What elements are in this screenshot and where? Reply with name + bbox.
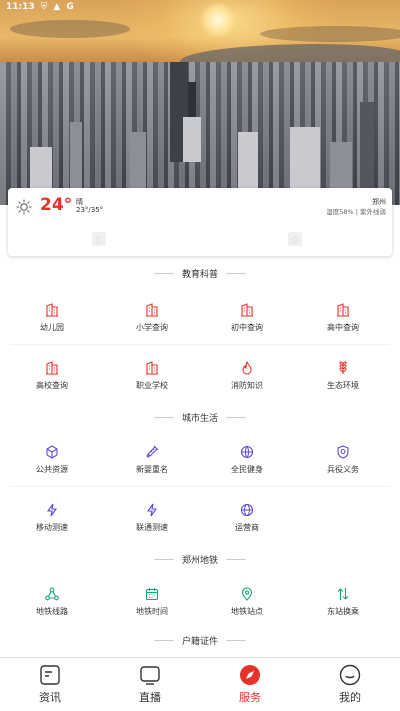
status-time: 11:13 xyxy=(6,2,35,12)
service-metro-stations[interactable]: 地铁站点 xyxy=(199,571,295,629)
service-junior-high[interactable]: 初中查询 xyxy=(199,287,295,345)
service-metro-time[interactable]: 地铁时间 xyxy=(104,571,200,629)
forecast-placeholder-icon: ◌ xyxy=(92,232,106,246)
hero-city-photo xyxy=(0,0,400,205)
profile-icon xyxy=(339,664,361,686)
flame-icon xyxy=(240,361,254,375)
badge-icon xyxy=(336,445,350,459)
bolt-icon xyxy=(145,503,159,517)
service-carrier[interactable]: 运营商 xyxy=(199,487,295,545)
service-unicom-speedtest[interactable]: 联通测速 xyxy=(104,487,200,545)
building-icon xyxy=(145,303,159,317)
status-bar: 11:13 ⛨ ▲ G xyxy=(0,0,400,14)
transfer-icon xyxy=(336,587,350,601)
globe-icon xyxy=(240,503,254,517)
tab-news[interactable]: 资讯 xyxy=(0,658,100,711)
section-title-household: 户籍证件 xyxy=(0,634,400,647)
building-icon xyxy=(145,361,159,375)
building-icon xyxy=(240,303,254,317)
section-title-education: 教育科普 xyxy=(0,267,400,280)
service-ecology[interactable]: 生态环境 xyxy=(295,345,391,403)
service-public-resources[interactable]: 公共资源 xyxy=(4,429,100,487)
route-icon xyxy=(45,587,59,601)
calendar-icon xyxy=(145,587,159,601)
service-east-station-transfer[interactable]: 东站换乘 xyxy=(295,571,391,629)
bolt-icon xyxy=(45,503,59,517)
service-fire-safety[interactable]: 消防知识 xyxy=(199,345,295,403)
tab-mine[interactable]: 我的 xyxy=(300,658,400,711)
service-primary-school[interactable]: 小学查询 xyxy=(104,287,200,345)
building-icon xyxy=(45,361,59,375)
section-title-city-life: 城市生活 xyxy=(0,411,400,424)
warning-icon: ▲ xyxy=(53,2,61,12)
service-vocational-school[interactable]: 职业学校 xyxy=(104,345,200,403)
cube-icon xyxy=(45,445,59,459)
bottom-nav: 资讯 直播 服务 我的 xyxy=(0,657,400,711)
weather-details: 湿度58% | 紫外线弱 xyxy=(326,208,386,216)
building-icon xyxy=(336,303,350,317)
weather-range: 23°/35° xyxy=(76,206,104,214)
tab-live[interactable]: 直播 xyxy=(100,658,200,711)
ball-icon xyxy=(240,445,254,459)
pin-icon xyxy=(240,587,254,601)
weather-temperature: 24° xyxy=(40,195,73,215)
google-icon: G xyxy=(66,2,74,12)
service-military-service[interactable]: 兵役义务 xyxy=(295,429,391,487)
weather-card[interactable]: 24° 晴 23°/35° 郑州 湿度58% | 紫外线弱 ◌ ◌ xyxy=(8,188,392,256)
service-baby-names[interactable]: 新婴重名 xyxy=(104,429,200,487)
service-metro-lines[interactable]: 地铁线路 xyxy=(4,571,100,629)
service-kindergarten[interactable]: 幼儿园 xyxy=(4,287,100,345)
service-mobile-speedtest[interactable]: 移动测速 xyxy=(4,487,100,545)
news-icon xyxy=(39,664,61,686)
leaf-icon xyxy=(336,361,350,375)
building-icon xyxy=(45,303,59,317)
section-title-metro: 郑州地铁 xyxy=(0,553,400,566)
bottle-icon xyxy=(145,445,159,459)
forecast-placeholder-icon: ◌ xyxy=(288,232,302,246)
compass-icon xyxy=(239,664,261,686)
service-senior-high[interactable]: 高中查询 xyxy=(295,287,391,345)
tv-icon xyxy=(139,664,161,686)
service-fitness[interactable]: 全民健身 xyxy=(199,429,295,487)
sunny-icon xyxy=(16,199,32,215)
tab-services[interactable]: 服务 xyxy=(200,658,300,711)
service-university[interactable]: 高校查询 xyxy=(4,345,100,403)
shield-icon: ⛨ xyxy=(40,2,48,12)
